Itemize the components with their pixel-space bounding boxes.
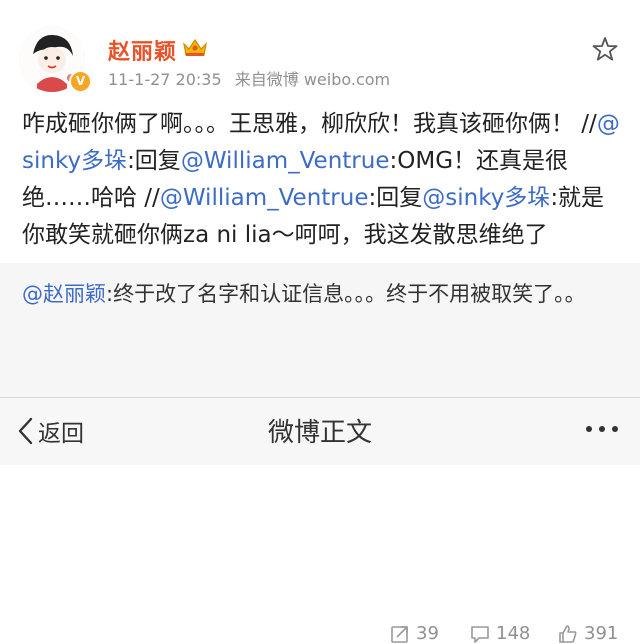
repost-text: :终于改了名字和认证信息。。。终于不用被取笑了。。 xyxy=(106,282,586,306)
verified-badge-icon: V xyxy=(69,70,92,93)
post-content: 咋成砸你俩了啊。。。王思雅，柳欣欣！我真该砸你俩！ //@sinky多垛:回复@… xyxy=(22,106,620,254)
like-count-button[interactable]: 391 xyxy=(558,623,618,644)
more-icon[interactable] xyxy=(579,426,618,432)
post-source: 来自微博 weibo.com xyxy=(234,70,391,89)
comment-icon xyxy=(471,625,489,643)
post-time: 11-1-27 20:35 xyxy=(108,70,222,89)
mention-link[interactable]: @William_Ventrue xyxy=(160,185,369,211)
back-chevron-icon xyxy=(18,417,33,445)
crown-icon xyxy=(183,38,207,56)
bottom-navigation-bar: 返回 微博正文 xyxy=(0,397,640,465)
like-icon xyxy=(559,624,577,643)
repost-mention[interactable]: @赵丽颖 xyxy=(22,282,106,306)
comment-count: 148 xyxy=(496,623,531,644)
mention-link[interactable]: @William_Ventrue xyxy=(181,148,390,174)
back-label: 返回 xyxy=(38,421,84,447)
page-title: 微博正文 xyxy=(267,418,372,448)
repost-count: 39 xyxy=(416,623,439,644)
post-text-segment: :回复 xyxy=(368,185,423,211)
back-button[interactable]: 返回 xyxy=(16,414,84,448)
star-icon[interactable] xyxy=(592,36,618,62)
comment-count-button[interactable]: 148 xyxy=(470,623,530,644)
weibo-post: V 赵丽颖 11-1-27 20:35 来自微博 weibo.com 咋成砸你俩… xyxy=(0,0,640,260)
repost-box[interactable]: @赵丽颖:终于改了名字和认证信息。。。终于不用被取笑了。。 39 148 391 xyxy=(0,263,640,644)
repost-count-button[interactable]: 39 xyxy=(390,623,439,644)
like-count: 391 xyxy=(584,623,619,644)
post-text-segment: :回复 xyxy=(127,148,181,174)
mention-link[interactable]: @sinky多垛 xyxy=(422,185,550,211)
post-text-segment: 咋成砸你俩了啊。。。王思雅，柳欣欣！我真该砸你俩！ // xyxy=(22,111,597,137)
post-meta: 11-1-27 20:35 来自微博 weibo.com xyxy=(108,66,398,90)
repost-icon xyxy=(391,625,408,643)
repost-content: @赵丽颖:终于改了名字和认证信息。。。终于不用被取笑了。。 xyxy=(22,277,620,312)
username[interactable]: 赵丽颖 xyxy=(108,34,177,66)
